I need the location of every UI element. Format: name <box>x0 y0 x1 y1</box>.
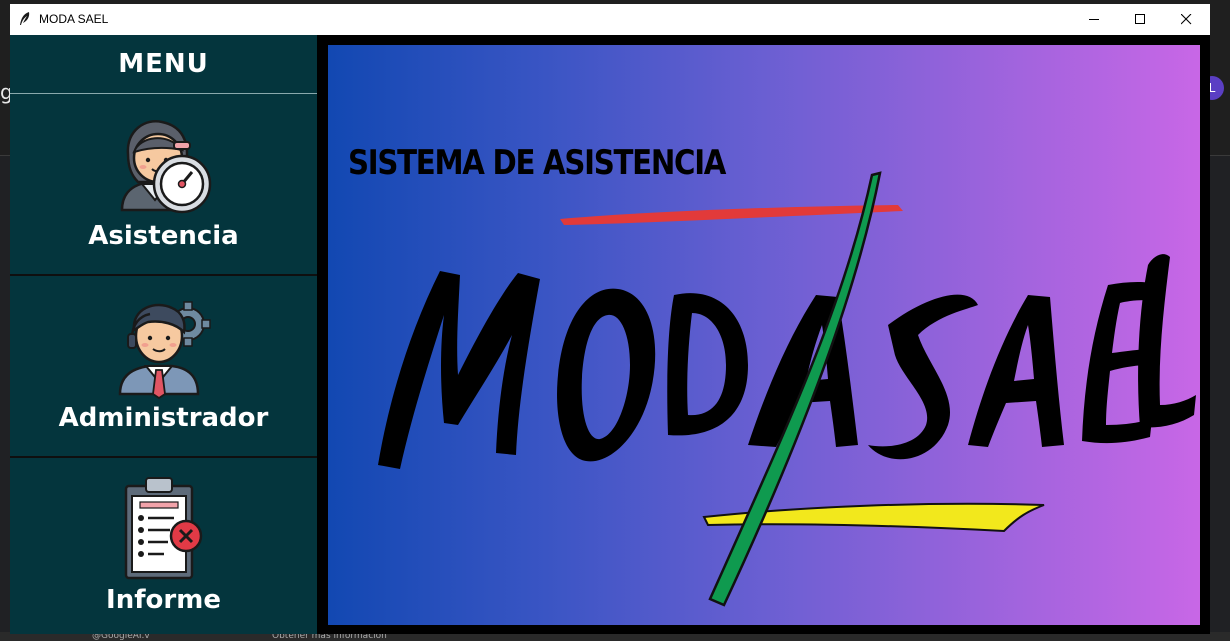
app-window: MODA SAEL MENU Asistencia Administrador … <box>10 4 1210 634</box>
report-clipboard-icon <box>124 477 203 580</box>
admin-user-icon <box>118 301 211 400</box>
maximize-button[interactable] <box>1117 4 1163 35</box>
menu-header: MENU <box>10 35 317 94</box>
clock-user-icon <box>120 119 212 214</box>
sidebar-item-label: Administrador <box>58 403 269 433</box>
window-title: MODA SAEL <box>39 12 109 26</box>
close-button[interactable] <box>1163 4 1209 35</box>
sidebar-item-asistencia[interactable]: Asistencia <box>10 94 317 274</box>
minimize-button[interactable] <box>1071 4 1117 35</box>
sidebar-menu: MENU Asistencia Administrador Informe <box>10 35 317 634</box>
logo-letters-sael <box>868 254 1196 460</box>
sidebar-item-label: Informe <box>106 585 221 615</box>
moda-sael-logo <box>378 171 1196 607</box>
feather-icon <box>20 12 30 25</box>
sidebar-item-label: Asistencia <box>88 221 239 251</box>
brand-banner: SISTEMA DE ASISTENCIA <box>328 45 1200 625</box>
maximize-icon <box>1134 14 1145 24</box>
title-bar: MODA SAEL <box>10 4 1210 35</box>
sidebar-item-administrador[interactable]: Administrador <box>10 276 317 456</box>
sidebar-item-informe[interactable]: Informe <box>10 458 317 634</box>
close-icon <box>1180 14 1191 25</box>
logo-red-stroke <box>560 205 903 225</box>
minimize-icon <box>1088 19 1099 20</box>
